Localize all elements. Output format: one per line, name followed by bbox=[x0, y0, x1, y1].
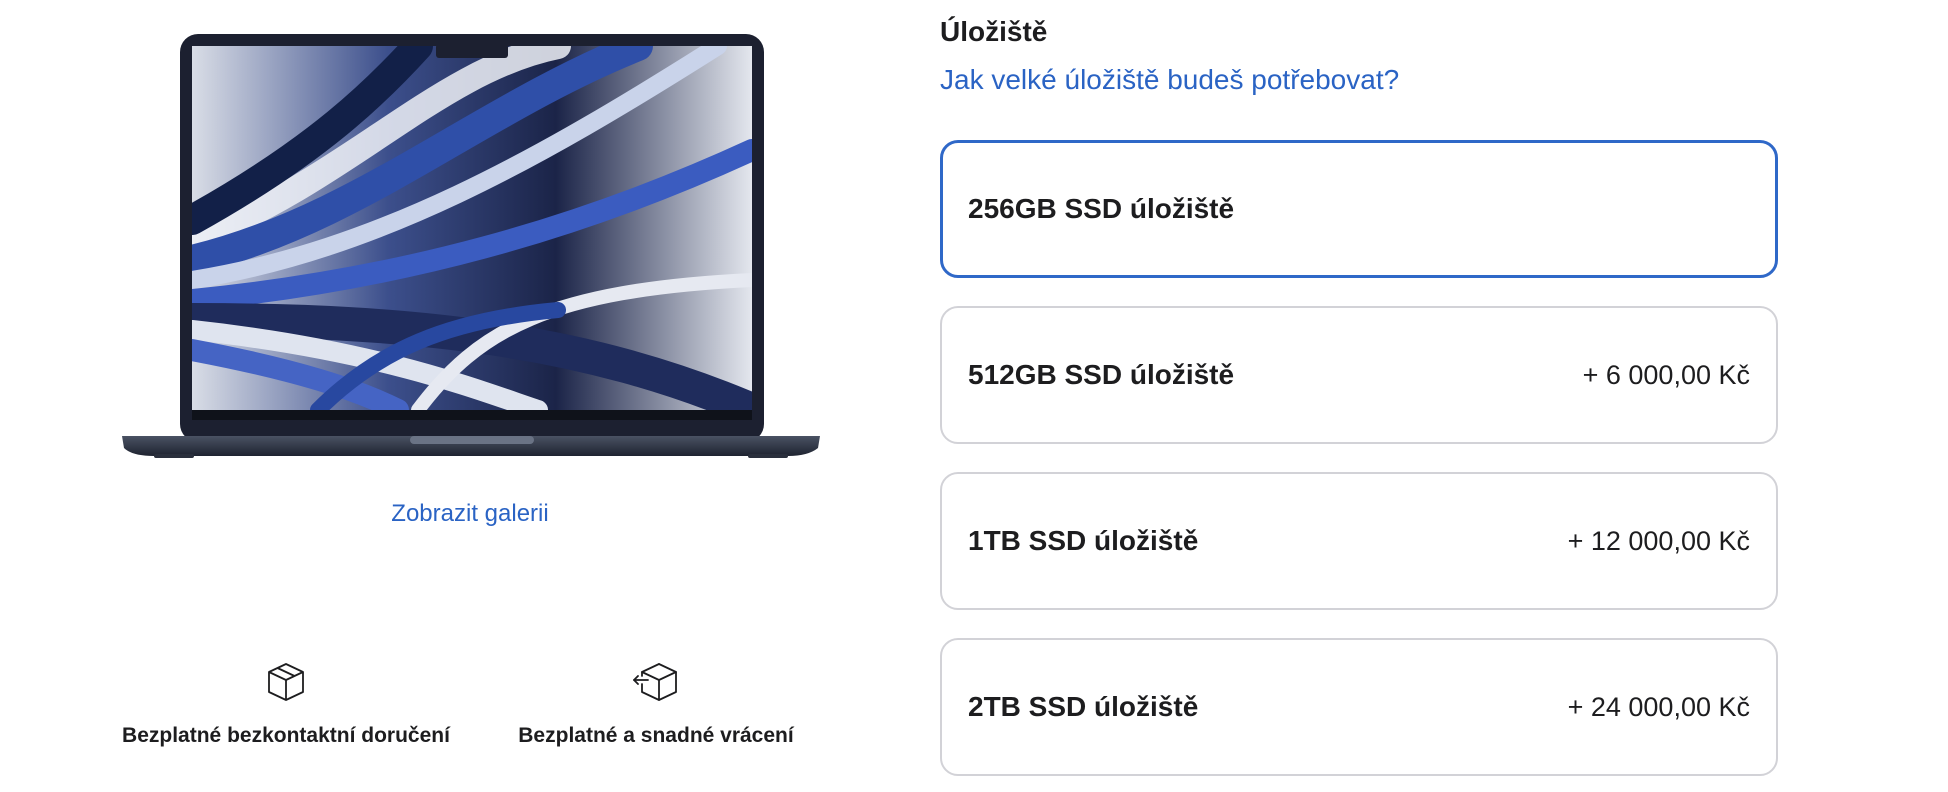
storage-option-1tb[interactable]: 1TB SSD úložiště + 12 000,00 Kč bbox=[940, 472, 1778, 610]
option-price: + 6 000,00 Kč bbox=[1582, 359, 1750, 390]
view-gallery-link[interactable]: Zobrazit galerii bbox=[0, 500, 940, 528]
macbook-air-product-image bbox=[122, 34, 820, 458]
storage-option-512gb[interactable]: 512GB SSD úložiště + 6 000,00 Kč bbox=[940, 306, 1778, 444]
benefit-free-returns: Bezplatné a snadné vrácení bbox=[466, 658, 846, 748]
option-name: 1TB SSD úložiště bbox=[968, 525, 1199, 556]
section-title: Úložiště bbox=[940, 16, 1048, 47]
storage-config-panel: Úložiště Jak velké úložiště budeš potřeb… bbox=[940, 0, 1948, 792]
storage-option-2tb[interactable]: 2TB SSD úložiště + 24 000,00 Kč bbox=[940, 638, 1778, 776]
storage-option-256gb[interactable]: 256GB SSD úložiště bbox=[940, 140, 1778, 278]
product-gallery-panel: Zobrazit galerii Bezplatné bezkontaktní … bbox=[0, 0, 940, 792]
option-name: 512GB SSD úložiště bbox=[968, 359, 1235, 390]
option-price: + 12 000,00 Kč bbox=[1567, 525, 1750, 556]
option-name: 2TB SSD úložiště bbox=[968, 691, 1199, 722]
benefit-label: Bezplatné a snadné vrácení bbox=[518, 724, 794, 747]
package-return-icon bbox=[633, 663, 677, 701]
storage-help-link[interactable]: Jak velké úložiště budeš potřebovat? bbox=[940, 64, 1399, 96]
benefit-label: Bezplatné bezkontaktní doručení bbox=[122, 724, 450, 747]
option-name: 256GB SSD úložiště bbox=[968, 193, 1235, 224]
package-icon bbox=[268, 663, 304, 701]
benefit-free-delivery: Bezplatné bezkontaktní doručení bbox=[96, 658, 476, 748]
option-price: + 24 000,00 Kč bbox=[1567, 691, 1750, 722]
